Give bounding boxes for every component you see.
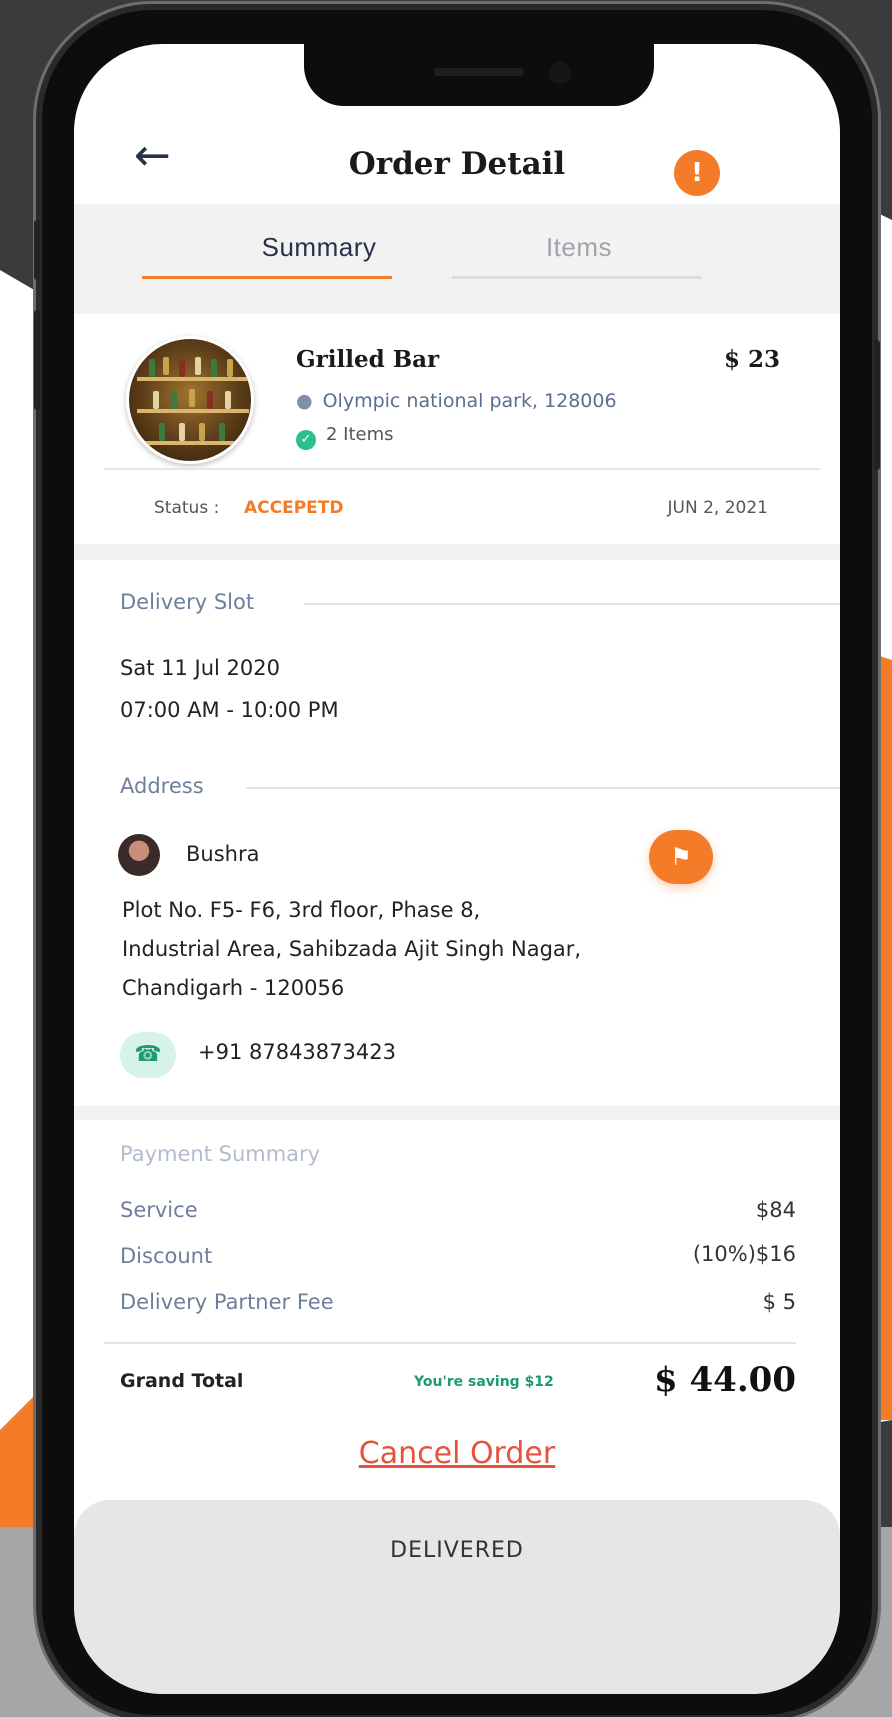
tab-bar: Summary Items xyxy=(74,204,840,314)
delivered-label: DELIVERED xyxy=(390,1538,524,1563)
alert-icon[interactable]: ! xyxy=(674,150,720,196)
bottle xyxy=(227,359,233,377)
address-label: Address xyxy=(120,774,204,798)
grand-total-label: Grand Total xyxy=(120,1370,244,1392)
bottle xyxy=(159,423,165,441)
front-camera xyxy=(549,62,571,84)
avatar xyxy=(118,834,160,876)
call-button[interactable]: ☎ xyxy=(120,1032,176,1078)
shelf xyxy=(137,441,249,445)
phone-side-button xyxy=(34,220,40,280)
payment-row-value: $84 xyxy=(755,1198,796,1222)
bottle xyxy=(163,357,169,375)
saving-text: You're saving $12 xyxy=(414,1374,554,1390)
app-screen: ← Order Detail ! Summary Items Grilled B… xyxy=(74,44,840,1694)
payment-row-label: Discount xyxy=(120,1244,213,1268)
phone-volume-button xyxy=(34,310,40,410)
bottle xyxy=(149,359,155,377)
payment-row-value: (10%)$16 xyxy=(692,1242,796,1266)
address-line-3: Chandigarh - 120056 xyxy=(122,976,345,1000)
payment-row-label: Service xyxy=(120,1198,198,1222)
bottle xyxy=(225,391,231,409)
bottle xyxy=(171,391,177,409)
bottle xyxy=(153,391,159,409)
tab-summary[interactable]: Summary xyxy=(194,232,444,263)
bottle xyxy=(211,359,217,377)
map-icon: ⚑ xyxy=(670,843,692,871)
divider xyxy=(104,468,820,470)
status-badge: ACCEPETD xyxy=(244,498,344,518)
delivery-slot-label: Delivery Slot xyxy=(120,590,255,614)
app-header: ← Order Detail ! xyxy=(74,96,840,208)
payment-row-label: Delivery Partner Fee xyxy=(120,1290,334,1314)
store-price: $ 23 xyxy=(723,346,780,373)
customer-name: Bushra xyxy=(186,842,260,866)
phone-icon: ☎ xyxy=(134,1042,162,1067)
section-separator xyxy=(74,1106,840,1120)
items-count: ✓ 2 Items xyxy=(296,424,394,450)
phone-notch xyxy=(304,44,654,106)
bottle xyxy=(179,423,185,441)
bottle xyxy=(199,423,205,441)
address-line-2: Industrial Area, Sahibzada Ajit Singh Na… xyxy=(122,937,582,961)
grand-total-value: $ 44.00 xyxy=(654,1360,796,1400)
speaker-grille xyxy=(434,68,524,76)
tab-summary-indicator xyxy=(142,276,392,279)
check-circle-icon: ✓ xyxy=(296,430,316,450)
divider xyxy=(104,1342,796,1344)
bottle xyxy=(219,423,225,441)
bottle xyxy=(207,391,213,409)
shelf xyxy=(137,409,249,413)
delivered-button[interactable]: DELIVERED xyxy=(74,1500,840,1694)
store-name: Grilled Bar xyxy=(296,346,440,373)
order-date: JUN 2, 2021 xyxy=(667,498,768,518)
tab-items-indicator xyxy=(452,276,702,279)
tab-items[interactable]: Items xyxy=(454,232,704,263)
bottle xyxy=(195,357,201,375)
store-card[interactable]: Grilled Bar $ 23 ● Olympic national park,… xyxy=(74,314,840,544)
address-line-1: Plot No. F5- F6, 3rd floor, Phase 8, xyxy=(122,898,481,922)
cancel-order-button[interactable]: Cancel Order xyxy=(74,1436,840,1471)
map-button[interactable]: ⚑ xyxy=(649,830,713,884)
items-count-text: 2 Items xyxy=(326,424,394,445)
location-pin-icon: ● xyxy=(296,390,313,412)
bottle xyxy=(179,359,185,377)
payment-summary-title: Payment Summary xyxy=(120,1142,321,1166)
shelf xyxy=(137,377,249,381)
phone-frame: ← Order Detail ! Summary Items Grilled B… xyxy=(34,10,880,1715)
divider xyxy=(304,603,840,605)
bottle xyxy=(189,389,195,407)
delivery-date: Sat 11 Jul 2020 xyxy=(120,656,280,680)
store-location: ● Olympic national park, 128006 xyxy=(296,390,617,412)
divider xyxy=(246,787,840,789)
status-label: Status : xyxy=(154,498,220,518)
payment-row-value: $ 5 xyxy=(762,1290,796,1314)
phone-number[interactable]: +91 87843873423 xyxy=(198,1040,396,1064)
store-image xyxy=(126,336,254,464)
store-location-text: Olympic national park, 128006 xyxy=(322,390,617,412)
section-separator xyxy=(74,544,840,560)
delivery-time: 07:00 AM - 10:00 PM xyxy=(120,698,339,722)
phone-power-button xyxy=(874,340,880,470)
page-title: Order Detail xyxy=(348,146,566,182)
